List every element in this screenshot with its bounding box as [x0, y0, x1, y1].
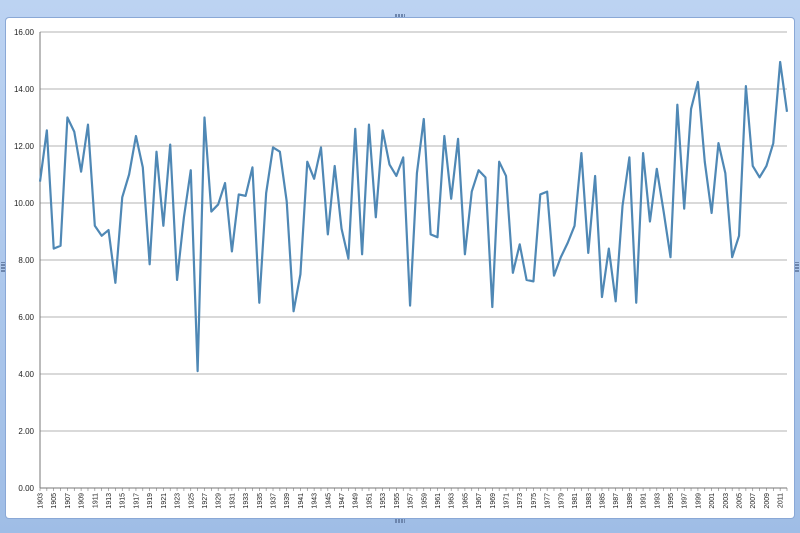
x-tick-label: 1935 — [257, 493, 264, 509]
x-tick-label: 1979 — [558, 493, 565, 509]
x-tick-label: 1971 — [504, 493, 511, 509]
x-tick-label: 1919 — [147, 493, 154, 509]
x-tick-label: 1937 — [271, 493, 278, 509]
x-tick-label: 1929 — [216, 493, 223, 509]
x-tick-label: 1949 — [353, 493, 360, 509]
x-tick-label: 1997 — [682, 493, 689, 509]
x-tick-label: 2005 — [737, 493, 744, 509]
x-tick-label: 1905 — [51, 493, 58, 509]
x-tick-label: 1915 — [120, 493, 127, 509]
x-tick-label: 2001 — [709, 493, 716, 509]
app-window-frame: 0.00 2.00 4.00 6.00 8.00 10.00 12.00 14.00 16.00… — [0, 0, 800, 533]
x-tick-label: 2007 — [750, 493, 757, 509]
x-tick-label: 1987 — [613, 493, 620, 509]
x-tick-label: 1927 — [202, 493, 209, 509]
x-tick-label: 1953 — [380, 493, 387, 509]
x-tick-label: 1995 — [668, 493, 675, 509]
x-tick-label: 1969 — [490, 493, 497, 509]
x-tick-label: 1965 — [462, 493, 469, 509]
x-tick-label: 1939 — [284, 493, 291, 509]
y-tick-label: 14.00 — [14, 85, 35, 94]
x-tick-label: 1923 — [175, 493, 182, 509]
x-tick-label: 1925 — [188, 493, 195, 509]
x-tick-label: 1951 — [366, 493, 373, 509]
x-tick-label: 1913 — [106, 493, 113, 509]
x-tick-label: 1999 — [695, 493, 702, 509]
y-tick-label: 10.00 — [14, 199, 35, 208]
x-tick-label: 1981 — [572, 493, 579, 509]
x-tick-label: 1907 — [65, 493, 72, 509]
x-tick-label: 2009 — [764, 493, 771, 509]
y-tick-label: 8.00 — [18, 256, 34, 265]
series-group — [38, 60, 789, 373]
x-tick-label: 1945 — [325, 493, 332, 509]
x-tick-label: 1961 — [435, 493, 442, 509]
x-tick-label: 1991 — [641, 493, 648, 509]
x-tick-label: 1941 — [298, 493, 305, 509]
y-tick-label: 0.00 — [18, 484, 34, 493]
x-tick-label: 1955 — [394, 493, 401, 509]
x-tick-label: 1933 — [243, 493, 250, 509]
x-tick-label: 1973 — [517, 493, 524, 509]
x-tick-label: 1957 — [408, 493, 415, 509]
x-tick-label: 1947 — [339, 493, 346, 509]
x-tick-label: 2003 — [723, 493, 730, 509]
y-tick-label: 2.00 — [18, 427, 34, 436]
x-tick-label: 1909 — [79, 493, 86, 509]
x-tick-label: 1967 — [476, 493, 483, 509]
y-axis-tick-labels: 0.00 2.00 4.00 6.00 8.00 10.00 12.00 14.00 16.00 — [14, 28, 35, 493]
y-tick-label: 16.00 — [14, 28, 35, 37]
y-tick-label: 6.00 — [18, 313, 34, 322]
x-tick-label: 1989 — [627, 493, 634, 509]
x-tick-label: 1921 — [161, 493, 168, 509]
x-tick-label: 1963 — [449, 493, 456, 509]
y-tick-label: 4.00 — [18, 370, 34, 379]
x-tick-label: 1917 — [133, 493, 140, 509]
series-line — [38, 60, 789, 373]
x-tick-label: 1985 — [599, 493, 606, 509]
x-tick-label: 1943 — [312, 493, 319, 509]
x-tick-label: 1911 — [92, 493, 99, 508]
x-tick-label: 1903 — [38, 493, 45, 509]
x-tick-label: 1931 — [229, 493, 236, 509]
line-chart: 0.00 2.00 4.00 6.00 8.00 10.00 12.00 14.00 16.00… — [14, 28, 789, 509]
x-axis-tick-labels: 1903 1905 1907 1909 1911 1913 1915 1917 1919 1921… — [38, 493, 785, 509]
x-tick-label: 1983 — [586, 493, 593, 509]
y-tick-label: 12.00 — [14, 142, 35, 151]
x-tick-label: 2011 — [778, 493, 785, 508]
axes — [39, 32, 788, 491]
x-tick-label: 1959 — [421, 493, 428, 509]
x-tick-label: 1993 — [654, 493, 661, 509]
x-tick-label: 1977 — [545, 493, 552, 509]
x-tick-label: 1975 — [531, 493, 538, 509]
